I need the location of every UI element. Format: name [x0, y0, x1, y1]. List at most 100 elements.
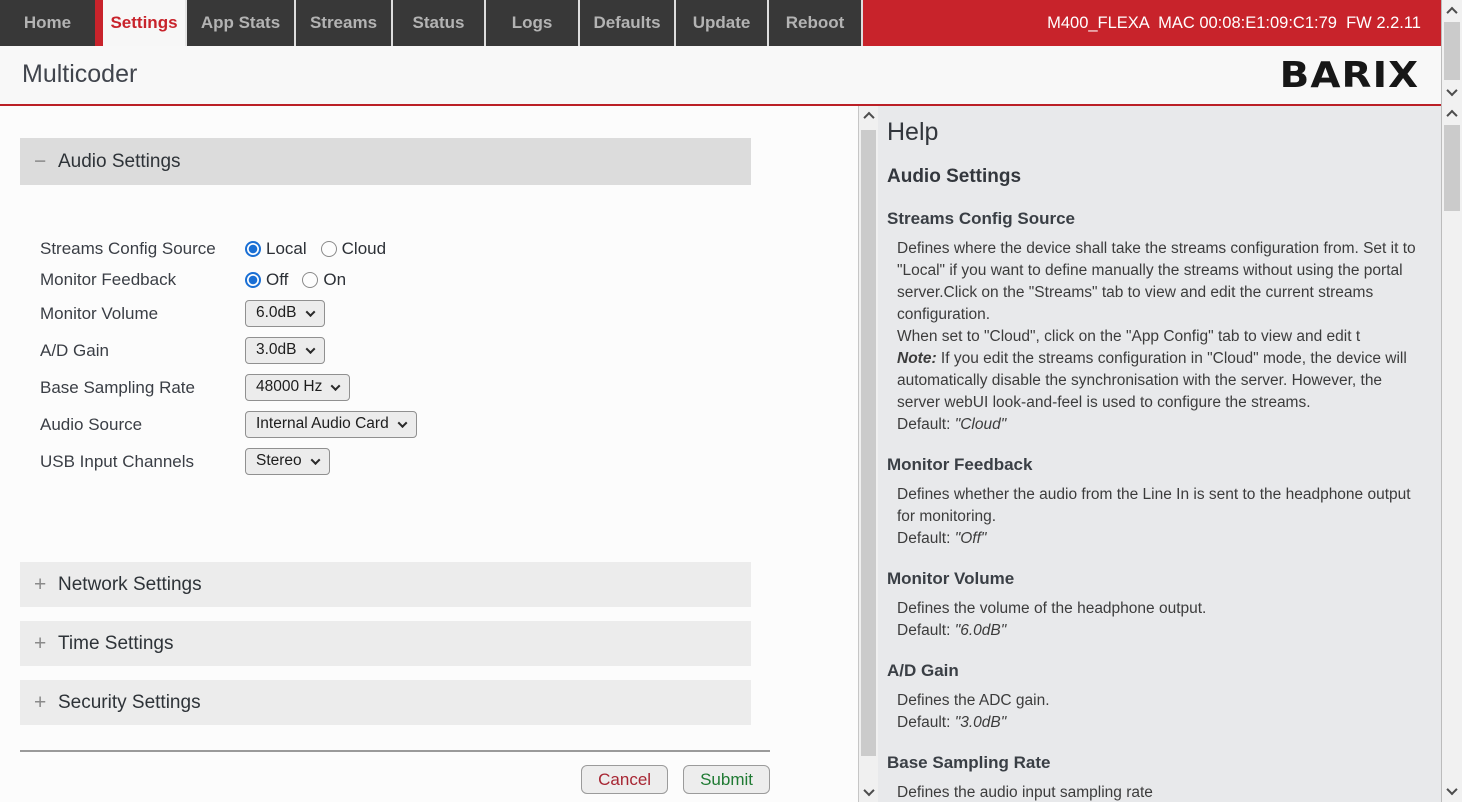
- radio-local[interactable]: [245, 241, 261, 257]
- expand-plus-icon: +: [34, 632, 58, 656]
- form-row-audio-source: Audio Source Internal Audio Card: [40, 411, 417, 438]
- accordion-network-settings[interactable]: + Network Settings: [20, 562, 751, 607]
- default-label: Default:: [897, 622, 955, 639]
- help-paragraph: Defines the audio input sampling rate: [897, 782, 1421, 802]
- help-topic-body: Defines the ADC gain. Default: "3.0dB": [887, 690, 1421, 734]
- scroll-down-button[interactable]: [1442, 82, 1462, 102]
- page-title: Multicoder: [22, 60, 137, 89]
- tab-defaults[interactable]: Defaults: [580, 0, 676, 46]
- select-value: Internal Audio Card: [256, 415, 389, 433]
- settings-panel: − Audio Settings Streams Config Source L…: [0, 106, 858, 802]
- accordion-title: Network Settings: [58, 574, 202, 596]
- form-row-base-sampling-rate: Base Sampling Rate 48000 Hz: [40, 374, 417, 401]
- scroll-down-button[interactable]: [859, 782, 878, 802]
- form-row-monitor-feedback: Monitor Feedback Off On: [40, 269, 417, 291]
- help-title: Help: [887, 116, 1421, 148]
- submit-button[interactable]: Submit: [683, 765, 770, 794]
- help-topic-heading: Base Sampling Rate: [887, 751, 1421, 775]
- form-row-usb-input-channels: USB Input Channels Stereo: [40, 448, 417, 475]
- default-value: "Off": [955, 530, 987, 547]
- tab-app-stats[interactable]: App Stats: [187, 0, 296, 46]
- help-section-title: Audio Settings: [887, 164, 1421, 190]
- base-sampling-rate-select[interactable]: 48000 Hz: [245, 374, 350, 401]
- field-label: Base Sampling Rate: [40, 378, 245, 398]
- page-header: Multicoder BARIX: [0, 46, 1441, 106]
- audio-source-select[interactable]: Internal Audio Card: [245, 411, 417, 438]
- header-frame-scrollbar: [1441, 0, 1462, 103]
- help-default: Default: "3.0dB": [897, 712, 1421, 734]
- chevron-down-icon: [331, 381, 341, 391]
- scrollbar-thumb[interactable]: [1444, 125, 1460, 211]
- streams-config-source-radio-group: Local Cloud: [245, 239, 386, 259]
- chevron-down-icon: [1446, 85, 1457, 96]
- collapse-minus-icon: −: [34, 150, 58, 174]
- chevron-up-icon: [1446, 7, 1457, 18]
- tab-logs[interactable]: Logs: [486, 0, 580, 46]
- form-actions: Cancel Submit: [20, 765, 770, 794]
- select-value: Stereo: [256, 452, 302, 470]
- chevron-down-icon: [305, 344, 315, 354]
- tab-status[interactable]: Status: [393, 0, 486, 46]
- ad-gain-select[interactable]: 3.0dB: [245, 337, 325, 364]
- scroll-up-button[interactable]: [1442, 1, 1462, 21]
- app-window: Home Settings App Stats Streams Status L…: [0, 0, 1462, 802]
- help-panel: Help Audio Settings Streams Config Sourc…: [878, 106, 1441, 802]
- radio-cloud[interactable]: [321, 241, 337, 257]
- help-paragraph: Defines the volume of the headphone outp…: [897, 598, 1421, 620]
- help-paragraph: Defines where the device shall take the …: [897, 238, 1421, 326]
- monitor-volume-select[interactable]: 6.0dB: [245, 300, 325, 327]
- tab-reboot[interactable]: Reboot: [769, 0, 863, 46]
- help-default: Default: "6.0dB": [897, 620, 1421, 642]
- radio-label-local: Local: [266, 239, 307, 259]
- radio-off[interactable]: [245, 272, 261, 288]
- scroll-up-button[interactable]: [1442, 104, 1462, 124]
- scrollbar-thumb[interactable]: [1444, 22, 1460, 80]
- field-label: USB Input Channels: [40, 452, 245, 472]
- select-value: 6.0dB: [256, 304, 297, 322]
- chevron-down-icon: [305, 307, 315, 317]
- tab-update[interactable]: Update: [676, 0, 769, 46]
- help-paragraph: Defines whether the audio from the Line …: [897, 484, 1421, 528]
- default-value: "3.0dB": [955, 714, 1007, 731]
- accordion-audio-settings[interactable]: − Audio Settings: [20, 138, 751, 185]
- monitor-feedback-radio-group: Off On: [245, 270, 346, 290]
- help-topic-body: Defines where the device shall take the …: [887, 238, 1421, 436]
- help-default: Default: "Cloud": [897, 414, 1421, 436]
- help-topic-body: Defines the audio input sampling rate: [887, 782, 1421, 802]
- usb-input-channels-select[interactable]: Stereo: [245, 448, 330, 475]
- tab-home[interactable]: Home: [0, 0, 95, 46]
- accordion-time-settings[interactable]: + Time Settings: [20, 621, 751, 666]
- scroll-up-button[interactable]: [859, 106, 878, 126]
- help-paragraph: Defines the ADC gain.: [897, 690, 1421, 712]
- help-scrollbar: [858, 106, 878, 802]
- field-label: Audio Source: [40, 415, 245, 435]
- help-topic-heading: Monitor Feedback: [887, 453, 1421, 477]
- field-label: Monitor Feedback: [40, 270, 245, 290]
- note-label: Note:: [897, 350, 937, 367]
- active-tab-accent: [95, 0, 103, 46]
- cancel-button[interactable]: Cancel: [581, 765, 668, 794]
- default-value: "6.0dB": [955, 622, 1007, 639]
- audio-settings-form: Streams Config Source Local Cloud Monito…: [40, 238, 417, 485]
- radio-on[interactable]: [302, 272, 318, 288]
- scroll-down-button[interactable]: [1442, 781, 1462, 801]
- default-label: Default:: [897, 714, 955, 731]
- accordion-title: Audio Settings: [58, 151, 181, 173]
- chevron-up-icon: [1446, 110, 1457, 121]
- scrollbar-thumb[interactable]: [861, 130, 876, 756]
- top-nav: Home Settings App Stats Streams Status L…: [0, 0, 1441, 46]
- tab-settings[interactable]: Settings: [103, 0, 187, 46]
- radio-label-on: On: [323, 270, 346, 290]
- help-topic-heading: A/D Gain: [887, 659, 1421, 683]
- help-paragraph: When set to "Cloud", click on the "App C…: [897, 326, 1421, 348]
- note-text: If you edit the streams configuration in…: [897, 350, 1407, 411]
- accordion-security-settings[interactable]: + Security Settings: [20, 680, 751, 725]
- accordion-title: Security Settings: [58, 692, 201, 714]
- help-topic-body: Defines whether the audio from the Line …: [887, 484, 1421, 550]
- default-label: Default:: [897, 416, 955, 433]
- default-label: Default:: [897, 530, 955, 547]
- select-value: 3.0dB: [256, 341, 297, 359]
- tab-streams[interactable]: Streams: [296, 0, 393, 46]
- form-row-streams-config-source: Streams Config Source Local Cloud: [40, 238, 417, 260]
- chevron-down-icon: [1446, 784, 1457, 795]
